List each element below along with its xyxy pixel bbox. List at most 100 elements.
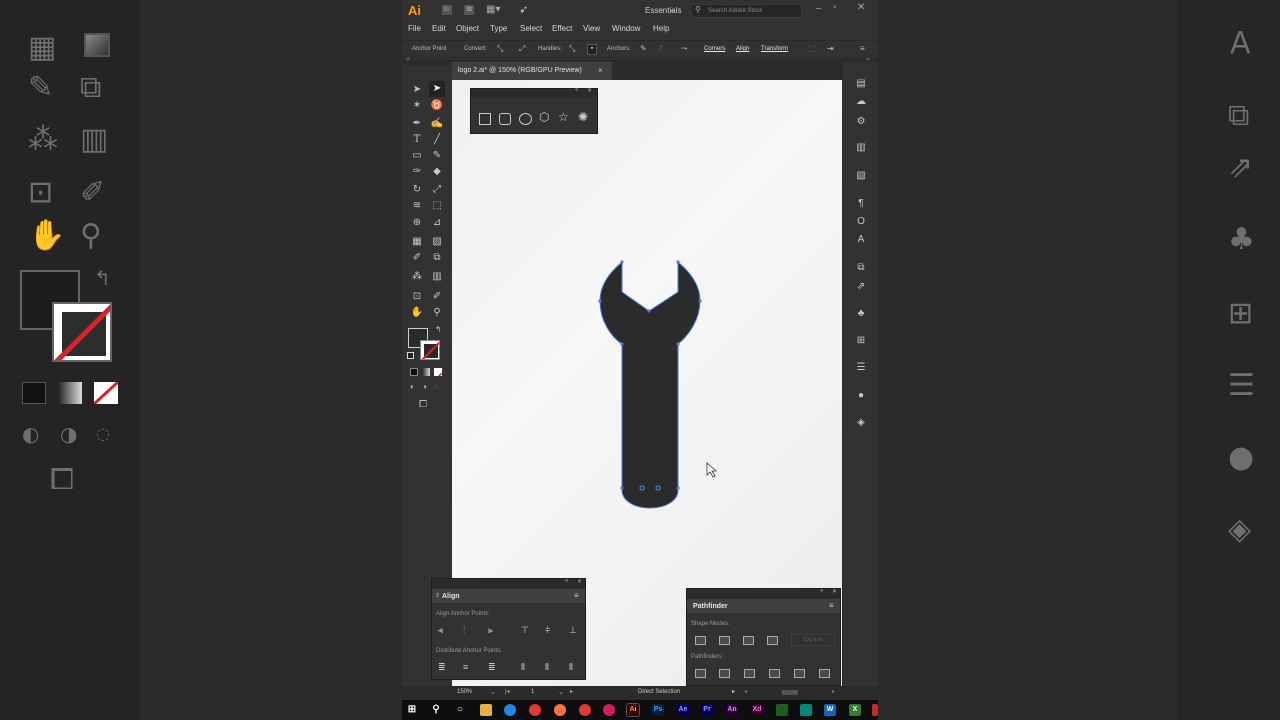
rounded-rectangle-shape-icon[interactable] (499, 113, 511, 125)
zoom-level[interactable]: 150% (457, 689, 472, 695)
shaper-tool-icon[interactable]: ✑ (409, 164, 425, 180)
align-panel-close-icon[interactable]: ✕ (577, 578, 582, 585)
stroke-swatch[interactable] (420, 340, 440, 360)
paintbrush-tool-icon[interactable]: ✎ (429, 148, 445, 164)
bounding-box-icon[interactable]: ⸬ (809, 44, 816, 55)
corners-link[interactable]: Corners (704, 46, 725, 52)
transform-panel-icon[interactable]: ⧉ (853, 262, 869, 276)
align-panel-collapse-icon[interactable]: « (565, 578, 568, 584)
symbols-panel-icon[interactable]: ♣ (853, 308, 869, 322)
minus-back-icon[interactable] (819, 669, 830, 678)
ellipse-shape-icon[interactable] (519, 113, 532, 125)
free-transform-tool-icon[interactable]: ⬚ (429, 198, 445, 214)
flare-shape-icon[interactable]: ✺ (578, 110, 588, 124)
menu-select[interactable]: Select (520, 24, 542, 33)
illustrator-taskbar-icon[interactable]: Ai (626, 703, 640, 717)
perspective-grid-tool-icon[interactable]: ⊿ (429, 215, 445, 231)
bridge-button[interactable]: Br (442, 5, 452, 15)
animate-taskbar-icon[interactable]: An (726, 704, 738, 716)
file-explorer-icon[interactable] (480, 704, 492, 716)
outline-icon[interactable] (794, 669, 805, 678)
line-tool-icon[interactable]: ╱ (429, 132, 445, 148)
align-panel-header[interactable]: « ✕ (432, 578, 585, 588)
align-panel-menu-icon[interactable]: ≡ (574, 591, 579, 600)
opera-icon[interactable] (579, 704, 591, 716)
cut-path-icon[interactable]: ⁄ (660, 44, 661, 53)
premiere-taskbar-icon[interactable]: Pr (701, 704, 713, 716)
vertical-align-top-icon[interactable]: ⊤ (521, 625, 529, 636)
hand-tool-icon[interactable]: ✋ (409, 305, 425, 321)
windows-start-icon[interactable]: ⊞ (406, 704, 418, 716)
horizontal-distribute-right-icon[interactable]: ⦀ (569, 662, 573, 673)
document-tab[interactable]: logo 2.ai* @ 150% (RGB/GPU Preview) × (452, 62, 612, 80)
draw-normal-icon[interactable]: ◐ (410, 382, 415, 391)
divide-icon[interactable] (695, 669, 706, 678)
artboard-tool-icon[interactable]: ⊡ (409, 289, 425, 305)
gpu-performance-icon[interactable]: ➶ (519, 3, 528, 16)
crop-icon[interactable] (769, 669, 780, 678)
direct-selection-tool-icon[interactable]: ➤ (429, 81, 445, 97)
gradient-panel-icon[interactable]: ▧ (853, 170, 869, 184)
artboard-number[interactable]: 1 (531, 689, 534, 695)
shape-builder-tool-icon[interactable]: ⊕ (409, 215, 425, 231)
minimize-button[interactable]: – (816, 3, 822, 14)
pathfinder-panel-collapse-icon[interactable]: « (820, 588, 823, 594)
menu-file[interactable]: File (408, 24, 421, 33)
horizontal-align-center-icon[interactable]: ⫶ (463, 625, 465, 636)
gradient-tool-icon[interactable]: ▨ (429, 234, 445, 250)
convert-corner-icon[interactable]: ⤡ (497, 44, 503, 54)
rectangle-shape-icon[interactable] (479, 113, 491, 125)
remove-anchor-icon[interactable]: ✎ (640, 44, 647, 53)
media-app-icon[interactable] (603, 704, 615, 716)
artboards-panel-icon[interactable]: ⊞ (853, 335, 869, 349)
workspace-switcher[interactable]: Essentials (645, 6, 681, 15)
vertical-align-center-icon[interactable]: ⫩ (545, 625, 550, 636)
selection-tool-icon[interactable]: ➤ (409, 82, 425, 98)
xd-taskbar-icon[interactable]: Xd (751, 704, 763, 716)
menu-window[interactable]: Window (612, 24, 640, 33)
exclude-icon[interactable] (767, 636, 778, 645)
rotate-tool-icon[interactable]: ↻ (409, 182, 425, 198)
floating-panel-collapse-icon[interactable]: « (575, 87, 578, 93)
word-taskbar-icon[interactable]: W (824, 704, 836, 716)
minus-front-icon[interactable] (719, 636, 730, 645)
horizontal-distribute-left-icon[interactable]: ⦀ (521, 662, 525, 673)
arrange-documents-icon[interactable]: ▦▾ (486, 4, 500, 15)
properties-panel-icon[interactable]: ▤ (853, 78, 869, 92)
zoom-tool-icon[interactable]: ⚲ (429, 305, 445, 321)
align-panel-tab[interactable]: Align ⇕ ≡ (432, 589, 585, 603)
align-panel-expand-icon[interactable]: ⇕ (435, 592, 440, 599)
vertical-distribute-center-icon[interactable]: ≡ (463, 662, 468, 672)
merge-icon[interactable] (744, 669, 755, 678)
lasso-tool-icon[interactable]: ♉ (429, 98, 445, 114)
color-guide-panel-icon[interactable]: ⚙ (853, 116, 869, 130)
unite-icon[interactable] (695, 636, 706, 645)
transform-link[interactable]: Transform (761, 46, 788, 52)
rectangle-tool-icon[interactable]: ▭ (409, 148, 425, 164)
trim-icon[interactable] (719, 669, 730, 678)
vertical-distribute-top-icon[interactable]: ≣ (438, 662, 446, 673)
none-mode-icon[interactable] (434, 368, 442, 376)
asset-export-panel-icon[interactable]: ⇗ (853, 281, 869, 295)
search-taskbar-icon[interactable]: ⚲ (430, 704, 442, 716)
zoom-dropdown-icon[interactable]: ⌄ (490, 688, 496, 696)
menu-object[interactable]: Object (456, 24, 479, 33)
photoshop-taskbar-icon[interactable]: Ps (652, 704, 664, 716)
horizontal-align-left-icon[interactable]: ⫷ (438, 625, 443, 636)
pathfinder-panel-menu-icon[interactable]: ≡ (829, 601, 834, 610)
eraser-tool-icon[interactable]: ◆ (429, 164, 445, 180)
opentype-panel-icon[interactable]: O (853, 216, 869, 230)
edge-icon[interactable] (504, 704, 516, 716)
scale-tool-icon[interactable]: ⤢ (429, 182, 445, 198)
firefox-icon[interactable] (554, 704, 566, 716)
character-panel-icon[interactable]: A (853, 234, 869, 248)
type-tool-icon[interactable]: T (409, 132, 425, 148)
show-handles-icon[interactable]: ⤡ (569, 44, 575, 54)
floating-panel-close-icon[interactable]: ✕ (587, 87, 592, 94)
maximize-button[interactable]: ▫ (833, 2, 837, 13)
magic-wand-tool-icon[interactable]: ✶ (409, 98, 425, 114)
paragraph-panel-icon[interactable]: ¶ (853, 198, 869, 212)
isolate-icon[interactable]: ⤳ (681, 44, 687, 54)
blend-tool-icon[interactable]: ⧉ (429, 250, 445, 266)
eyedropper-tool-icon[interactable]: ✐ (409, 250, 425, 266)
